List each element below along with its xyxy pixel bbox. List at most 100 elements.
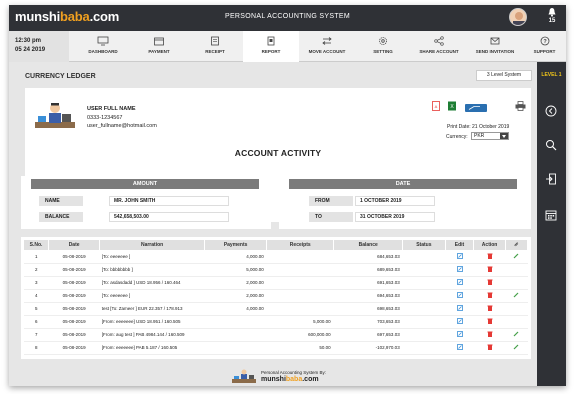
- row-sno: 2: [24, 263, 49, 277]
- edit-icon[interactable]: [456, 252, 463, 260]
- pdf-icon[interactable]: A: [431, 98, 441, 116]
- table-row: 5 05-08-2019 test [To: Zameer ] EUR 22.357…: [24, 302, 528, 316]
- col-date: Date: [48, 240, 101, 250]
- footer: Personal Accounting System By: munshibab…: [9, 366, 537, 386]
- back-icon[interactable]: [545, 104, 557, 122]
- delete-icon[interactable]: [487, 305, 493, 312]
- row-payments: [204, 341, 267, 355]
- row-status: [402, 289, 446, 303]
- nav-label: SUPPORT: [533, 49, 556, 54]
- nav-send-invitation[interactable]: SEND INVITATION: [467, 31, 523, 62]
- user-avatar[interactable]: [509, 8, 527, 26]
- row-date: 05-08-2019: [48, 328, 100, 342]
- user-illustration: [33, 100, 77, 130]
- level-system-button[interactable]: 3 Level System: [476, 70, 532, 81]
- row-date: 05-08-2019: [48, 341, 100, 355]
- edit-icon[interactable]: [456, 318, 463, 325]
- attachment-cell: [505, 250, 528, 264]
- nav-share-account[interactable]: SHARE ACCOUNT: [411, 31, 467, 62]
- col-sno: S.No.: [24, 240, 49, 250]
- row-balance: 698,653.03: [333, 302, 403, 316]
- footer-brand-b: baba: [285, 376, 303, 383]
- row-receipts: 50.00: [266, 341, 334, 355]
- edit-cell: [445, 276, 474, 290]
- main-nav: 12:30 pm 05 24 2019 DASHBOARD PAYMENT RE…: [9, 31, 566, 62]
- nav-payment[interactable]: PAYMENT: [131, 31, 187, 62]
- current-time: 12:30 pm: [15, 38, 42, 44]
- nav-support[interactable]: ? SUPPORT: [523, 31, 566, 62]
- to-date-input[interactable]: 31 OCTOBER 2019: [355, 212, 435, 222]
- row-narration: [To: eeeeeee ]: [99, 250, 205, 264]
- row-receipts: [266, 302, 334, 316]
- chevron-down-icon: [500, 133, 508, 139]
- edit-icon[interactable]: [456, 266, 463, 273]
- row-payments: [204, 328, 267, 342]
- footer-brand[interactable]: munshibaba.com: [261, 376, 319, 383]
- edit-icon[interactable]: [456, 292, 463, 299]
- nav-label: SHARE ACCOUNT: [419, 49, 459, 54]
- monitor-icon: [97, 36, 109, 46]
- nav-report[interactable]: REPORT: [243, 31, 299, 62]
- ledger-table: S.No. Date Narration Payments Receipts B…: [24, 240, 529, 355]
- footer-brand-c: .com: [302, 376, 319, 383]
- date-heading: DATE: [289, 179, 517, 189]
- search-icon[interactable]: [545, 138, 557, 156]
- nav-label: REPORT: [261, 49, 281, 54]
- row-payments: 2,000.00: [204, 276, 267, 290]
- currency-value: PKR: [474, 133, 485, 139]
- row-date: 05-08-2019: [48, 315, 100, 329]
- envelope-icon: [490, 37, 500, 45]
- logout-icon[interactable]: [545, 172, 557, 190]
- row-narration: [From: eeeeeee] USD 18.951 / 160.505: [99, 315, 205, 329]
- delete-icon[interactable]: [487, 279, 493, 286]
- row-receipts: [266, 289, 334, 303]
- edit-icon[interactable]: [456, 331, 463, 338]
- attachment-icon[interactable]: [513, 331, 519, 338]
- col-receipts: Receipts: [266, 240, 335, 250]
- edit-cell: [445, 315, 474, 329]
- delete-icon[interactable]: [487, 253, 493, 260]
- printer-icon[interactable]: [515, 98, 526, 116]
- main-content: CURRENCY LEDGER 3 Level System USER FULL…: [9, 62, 537, 386]
- attachment-cell: [505, 276, 528, 290]
- user-phone: 0333-1234567: [87, 115, 123, 121]
- attachment-icon[interactable]: [513, 344, 519, 351]
- delete-icon[interactable]: [487, 331, 493, 338]
- calendar-icon[interactable]: [545, 208, 557, 226]
- edit-icon[interactable]: [456, 279, 463, 286]
- delete-icon[interactable]: [487, 344, 493, 351]
- col-edit: Edit: [445, 240, 475, 250]
- nav-move-account[interactable]: MOVE ACCOUNT: [299, 31, 355, 62]
- page-title: CURRENCY LEDGER: [25, 73, 96, 80]
- col-action: Action: [473, 240, 506, 250]
- delete-icon[interactable]: [487, 266, 493, 273]
- row-payments: [204, 315, 267, 329]
- nav-dashboard[interactable]: DASHBOARD: [75, 31, 131, 62]
- currency-select[interactable]: PKR: [471, 132, 509, 140]
- edit-icon[interactable]: [456, 305, 463, 312]
- name-label: NAME: [39, 196, 83, 206]
- nav-setting[interactable]: SETTING: [355, 31, 411, 62]
- user-name: USER FULL NAME: [87, 106, 136, 112]
- delete-icon[interactable]: [487, 318, 493, 325]
- transfer-icon: [322, 37, 332, 45]
- nav-receipt[interactable]: RECEIPT: [187, 31, 243, 62]
- report-icon: [267, 36, 275, 46]
- attachment-icon[interactable]: [513, 292, 519, 299]
- share-export-icon[interactable]: [465, 99, 487, 117]
- nav-label: SETTING: [373, 49, 393, 54]
- attachment-icon[interactable]: [513, 253, 519, 260]
- attachment-cell: [505, 315, 528, 329]
- excel-icon[interactable]: X: [447, 98, 457, 116]
- edit-cell: [445, 341, 474, 355]
- edit-icon[interactable]: [456, 344, 463, 351]
- delete-icon[interactable]: [487, 292, 493, 299]
- gear-icon: [379, 37, 387, 45]
- row-narration: [From: aug test ] PAB 4984.144 / 160.509: [99, 328, 205, 342]
- row-sno: 8: [24, 341, 49, 355]
- nav-label: PAYMENT: [148, 49, 170, 54]
- from-date-input[interactable]: 1 OCTOBER 2019: [355, 196, 435, 206]
- footer-brand-a: munshi: [261, 376, 286, 383]
- row-balance: 703,653.03: [333, 315, 403, 329]
- row-narration: [To: eeeeeee ]: [99, 289, 205, 303]
